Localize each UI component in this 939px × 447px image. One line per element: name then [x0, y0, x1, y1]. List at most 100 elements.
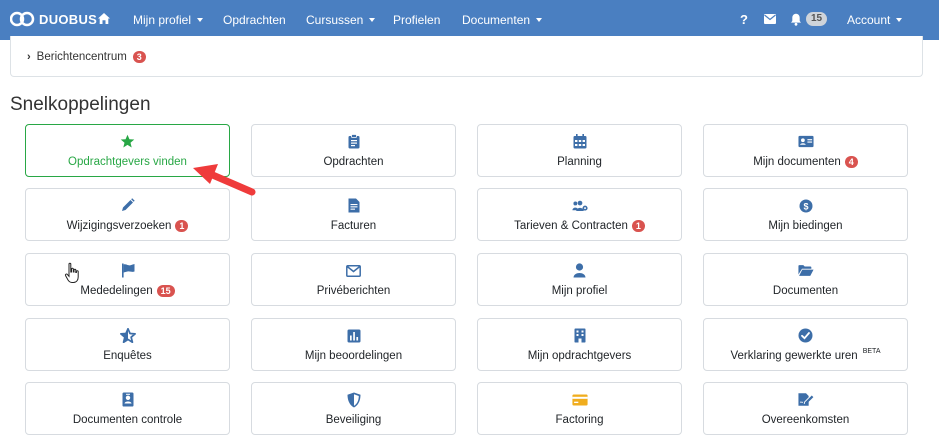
notifications-button[interactable]: 15: [790, 12, 828, 26]
tile-label-text: Beveiliging: [325, 413, 382, 426]
caret-down-icon: [896, 18, 903, 22]
tile-label: Mijn profiel: [552, 285, 608, 297]
star-icon: [120, 134, 136, 150]
nav-documenten-label: Documenten: [462, 13, 531, 27]
count-badge: 1: [175, 219, 189, 232]
nav-mijn-profiel[interactable]: Mijn profiel: [133, 13, 204, 27]
nav-profielen[interactable]: Profielen: [393, 13, 440, 27]
tile-opdrachten[interactable]: Opdrachten: [251, 124, 456, 177]
help-label: ?: [740, 12, 748, 27]
user-icon: [572, 263, 588, 279]
help-icon[interactable]: ?: [740, 12, 748, 27]
tile-label-text: Mijn documenten: [753, 155, 841, 168]
tile-facturen[interactable]: Facturen: [251, 188, 456, 241]
nav-profielen-label: Profielen: [393, 13, 441, 27]
notification-count-badge: 15: [806, 12, 828, 26]
nav-cursussen[interactable]: Cursussen: [306, 13, 376, 27]
star-half-icon: [119, 328, 136, 344]
caret-down-icon: [536, 18, 543, 22]
tile-label: Documenten: [773, 285, 838, 297]
tile-label: Mijn beoordelingen: [305, 350, 402, 362]
tile-label: Enquêtes: [103, 350, 152, 362]
tile-overeenkomsten[interactable]: Overeenkomsten: [703, 382, 908, 435]
coin-icon: $: [798, 198, 814, 214]
id-card-icon: [797, 134, 814, 150]
home-icon[interactable]: [97, 12, 111, 25]
pencil-icon: [120, 198, 136, 214]
users-cog-icon: [571, 198, 588, 214]
calendar-icon: [572, 134, 588, 150]
top-navbar: DUOBUS Mijn profiel Opdrachten Cursussen…: [0, 0, 939, 40]
shield-icon: [346, 392, 362, 408]
tile-label: Mededelingen 15: [80, 284, 175, 297]
folder-open-icon: [797, 263, 814, 279]
tile-label-text: Mijn beoordelingen: [304, 349, 403, 362]
tile-label: Wijzigingsverzoeken 1: [66, 219, 189, 232]
tile-label: Planning: [557, 156, 602, 168]
caret-down-icon: [369, 18, 376, 22]
nav-mijn-profiel-label: Mijn profiel: [133, 13, 192, 27]
invoice-icon: [346, 198, 362, 214]
tile-label-text: Documenten: [772, 284, 839, 297]
tile-label-text: Enquêtes: [103, 349, 152, 362]
tile-mijn-opdrachtgevers[interactable]: Mijn opdrachtgevers: [477, 318, 682, 371]
tile-label-text: Factoring: [555, 413, 604, 426]
tile-label-text: Verklaring gewerkte uren: [730, 349, 858, 362]
tile-label-text: Tarieven & Contracten: [514, 219, 628, 232]
building-icon: [572, 328, 588, 344]
count-badge: 15: [156, 284, 175, 297]
envelope-icon[interactable]: [764, 14, 776, 24]
flag-icon: [120, 263, 136, 279]
account-menu[interactable]: Account: [847, 13, 903, 27]
red-arrow-annotation-icon: [193, 164, 256, 196]
messages-count-badge: 3: [132, 51, 146, 63]
tile-label-text: Opdrachten: [323, 155, 384, 168]
brand-logo[interactable]: DUOBUS: [10, 10, 97, 28]
bell-icon: [791, 13, 801, 26]
tile-label-text: Facturen: [330, 219, 377, 232]
tile-verklaring-gewerkte-uren[interactable]: Verklaring gewerkte uren BETA: [703, 318, 908, 371]
caret-down-icon: [197, 18, 204, 22]
hand-pointer-cursor-icon: [64, 262, 79, 283]
tile-mijn-beoordelingen[interactable]: Mijn beoordelingen: [251, 318, 456, 371]
berichtencentrum-label: Berichtencentrum: [36, 51, 127, 63]
tile-label: Factoring: [556, 414, 604, 426]
tile-label: Beveiliging: [326, 414, 382, 426]
nav-documenten[interactable]: Documenten: [462, 13, 543, 27]
tile-beveiliging[interactable]: Beveiliging: [251, 382, 456, 435]
tile-documenten-controle[interactable]: Documenten controle: [25, 382, 230, 435]
tile-label: Overeenkomsten: [762, 414, 850, 426]
tile-priv-berichten[interactable]: Privéberichten: [251, 253, 456, 306]
tile-label: Tarieven & Contracten 1: [514, 219, 645, 232]
credit-card-icon: [571, 392, 588, 408]
tile-mededelingen[interactable]: Mededelingen 15: [25, 253, 230, 306]
tile-label-text: Mijn profiel: [551, 284, 608, 297]
tile-enqu-tes[interactable]: Enquêtes: [25, 318, 230, 371]
tile-mijn-biedingen[interactable]: $ Mijn biedingen: [703, 188, 908, 241]
tile-documenten[interactable]: Documenten: [703, 253, 908, 306]
signature-icon: [797, 392, 814, 408]
svg-text:$: $: [803, 201, 808, 211]
nav-opdrachten[interactable]: Opdrachten: [223, 13, 286, 27]
tile-label: Mijn documenten 4: [753, 155, 858, 168]
tile-label-text: Documenten controle: [72, 413, 183, 426]
tile-mijn-profiel[interactable]: Mijn profiel: [477, 253, 682, 306]
tile-factoring[interactable]: Factoring: [477, 382, 682, 435]
bar-chart-icon: [346, 328, 362, 344]
tile-tarieven-contracten[interactable]: Tarieven & Contracten 1: [477, 188, 682, 241]
tile-label: Verklaring gewerkte uren BETA: [730, 348, 881, 362]
tile-label-text: Privéberichten: [316, 284, 391, 297]
page-title: Snelkoppelingen: [10, 94, 151, 115]
messages-panel: › Berichtencentrum 3: [10, 36, 923, 77]
tile-label: Privéberichten: [317, 285, 391, 297]
tile-label: Documenten controle: [73, 414, 182, 426]
tile-label-text: Wijzigingsverzoeken: [66, 219, 172, 232]
nav-cursussen-label: Cursussen: [306, 13, 364, 27]
user-badge-icon: [120, 392, 136, 408]
tile-mijn-documenten[interactable]: Mijn documenten 4: [703, 124, 908, 177]
tile-planning[interactable]: Planning: [477, 124, 682, 177]
tile-label: Mijn opdrachtgevers: [528, 350, 632, 362]
berichtencentrum-toggle[interactable]: › Berichtencentrum 3: [27, 51, 146, 63]
clipboard-icon: [346, 134, 362, 150]
tile-label: Mijn biedingen: [768, 220, 842, 232]
